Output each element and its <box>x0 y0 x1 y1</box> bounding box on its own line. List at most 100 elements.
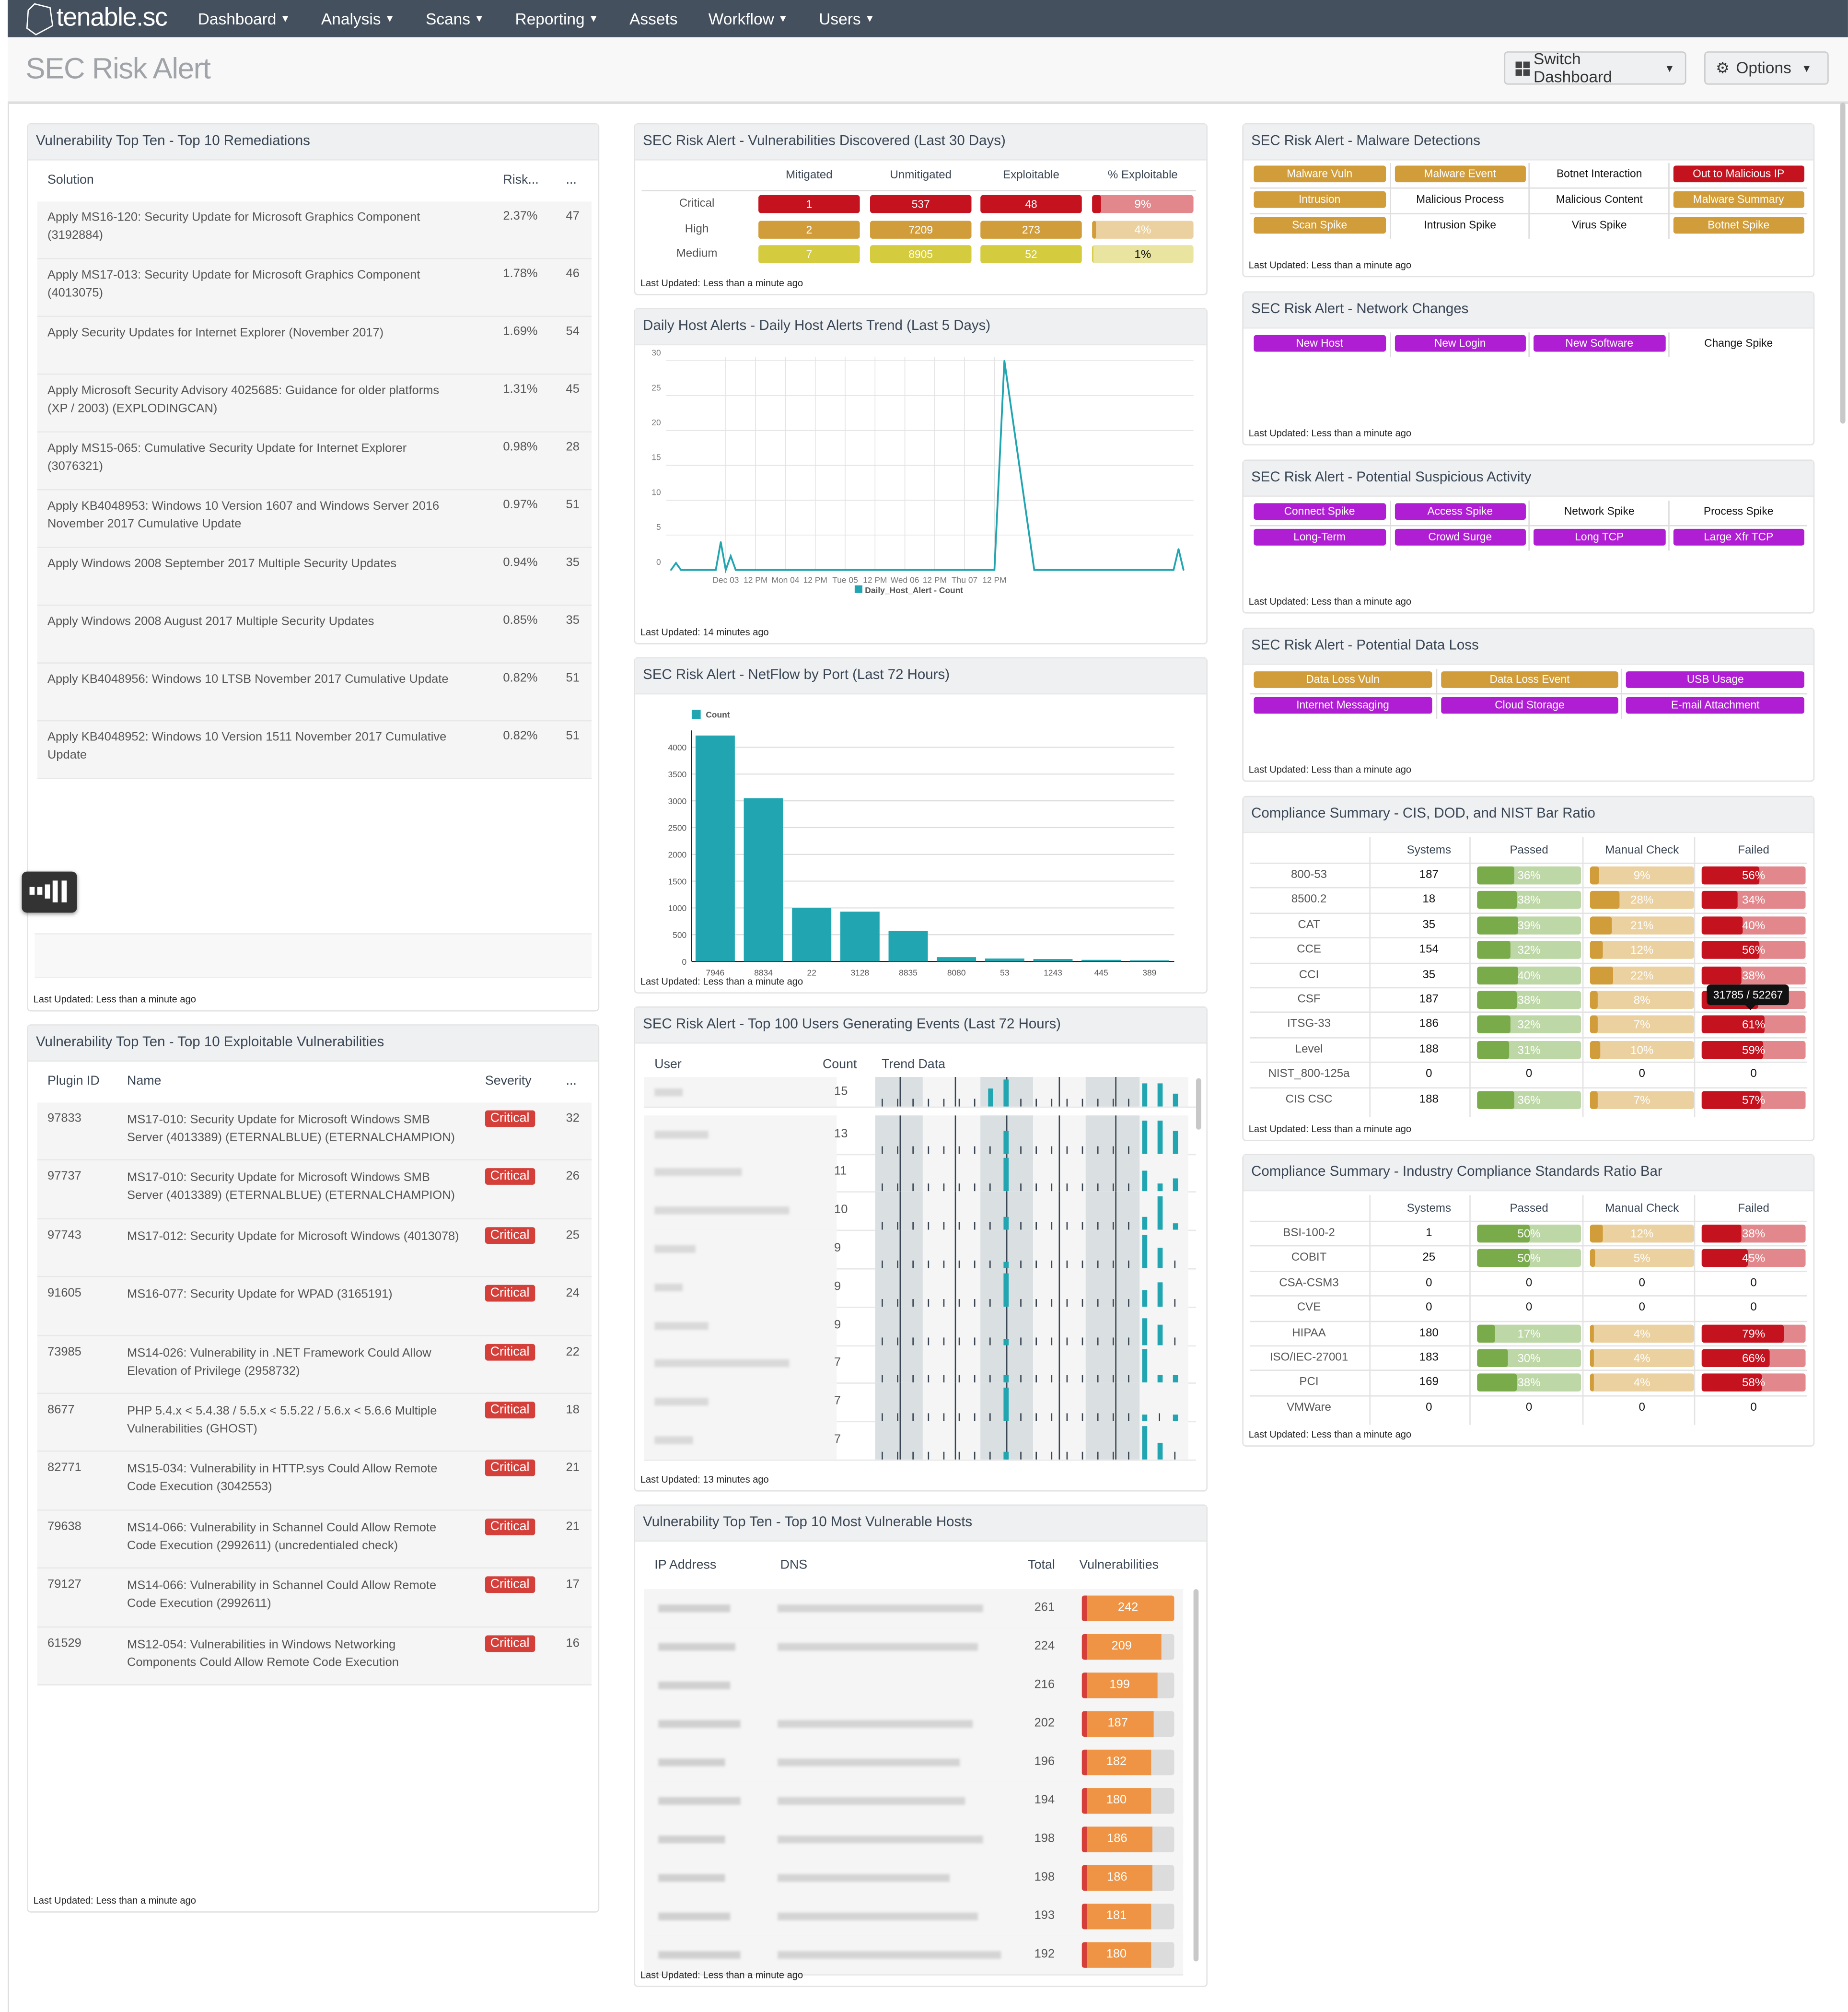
bar-8835[interactable] <box>888 931 928 962</box>
failed-ratio-bar[interactable]: 61% <box>1701 1016 1806 1034</box>
column-header[interactable]: Name <box>127 1075 161 1088</box>
table-row[interactable]: 198 186 <box>644 1820 1184 1860</box>
column-header[interactable]: Vulnerabilities <box>1079 1558 1159 1572</box>
manual-ratio-bar[interactable]: 10% <box>1590 1041 1694 1059</box>
manual-ratio-bar[interactable]: 9% <box>1590 866 1694 885</box>
bar-7946[interactable] <box>695 735 735 962</box>
column-header[interactable]: Total <box>1028 1558 1055 1572</box>
alert-network-spike[interactable]: Network Spike <box>1534 503 1665 520</box>
table-row[interactable]: 9 <box>644 1306 1196 1346</box>
count-unmitigated-cell[interactable]: 7209 <box>870 220 972 238</box>
manual-ratio-bar[interactable]: 22% <box>1590 966 1694 984</box>
failed-ratio-bar[interactable]: 34% <box>1701 891 1806 910</box>
alert-cell[interactable]: Long TCP <box>1528 526 1669 551</box>
alert-process-spike[interactable]: Process Spike <box>1673 503 1804 520</box>
column-header[interactable]: Solution <box>47 173 94 187</box>
table-row[interactable]: 194 180 <box>644 1781 1184 1822</box>
failed-ratio-bar[interactable]: 59% <box>1701 1041 1806 1059</box>
alert-botnet-interaction[interactable]: Botnet Interaction <box>1534 165 1665 182</box>
table-row[interactable]: 8677 PHP 5.4.x < 5.4.38 / 5.5.x < 5.5.22 … <box>37 1394 592 1452</box>
alert-cell[interactable]: New Host <box>1250 332 1389 357</box>
count-unmitigated-cell[interactable]: 8905 <box>870 245 972 263</box>
alert-cell[interactable]: Access Spike <box>1389 501 1530 525</box>
alert-connect-spike[interactable]: Connect Spike <box>1254 503 1385 520</box>
count-exploitable-cell[interactable]: 273 <box>980 220 1082 238</box>
vulnerabilities-bar[interactable]: 209 <box>1081 1634 1174 1660</box>
alert-cell[interactable]: Intrusion Spike <box>1389 214 1530 239</box>
passed-ratio-bar[interactable]: 32% <box>1477 941 1581 959</box>
count-unmitigated-cell[interactable]: 537 <box>870 195 972 213</box>
alert-intrusion-spike[interactable]: Intrusion Spike <box>1395 217 1526 234</box>
alert-internet-messaging[interactable]: Internet Messaging <box>1254 697 1432 714</box>
alert-cell[interactable]: Connect Spike <box>1250 501 1389 525</box>
manual-ratio-bar[interactable]: 8% <box>1590 991 1694 1009</box>
passed-ratio-bar[interactable]: 38% <box>1477 891 1581 910</box>
column-header[interactable]: IP Address <box>654 1558 716 1572</box>
alert-new-host[interactable]: New Host <box>1254 335 1385 352</box>
table-row[interactable]: 198 186 <box>644 1859 1184 1899</box>
alert-long-term[interactable]: Long-Term <box>1254 528 1385 546</box>
manual-ratio-bar[interactable]: 21% <box>1590 916 1694 935</box>
table-row[interactable]: Apply Microsoft Security Advisory 402568… <box>37 374 592 433</box>
manual-ratio-bar[interactable]: 12% <box>1590 1224 1694 1243</box>
signal-widget-button[interactable] <box>22 871 77 913</box>
alert-long-tcp[interactable]: Long TCP <box>1534 528 1665 546</box>
column-header[interactable]: ... <box>566 173 577 187</box>
alert-cell[interactable]: Malware Vuln <box>1250 163 1389 187</box>
alert-out-to-malicious-ip[interactable]: Out to Malicious IP <box>1673 165 1804 183</box>
vulnerabilities-bar[interactable]: 242 <box>1081 1595 1174 1622</box>
manual-ratio-bar[interactable]: 5% <box>1590 1249 1694 1268</box>
scrollbar-thumb[interactable] <box>1196 1078 1201 1130</box>
bar-8080[interactable] <box>937 957 976 962</box>
alert-change-spike[interactable]: Change Spike <box>1673 335 1804 352</box>
table-row[interactable]: Apply Windows 2008 August 2017 Multiple … <box>37 606 592 664</box>
table-row[interactable]: 193 181 <box>644 1897 1184 1937</box>
alert-cloud-storage[interactable]: Cloud Storage <box>1441 697 1619 714</box>
alert-cell[interactable]: USB Usage <box>1621 668 1808 693</box>
table-row[interactable]: 9 <box>644 1268 1196 1308</box>
table-row[interactable]: 61529 MS12-054: Vulnerabilities in Window… <box>37 1627 592 1685</box>
column-header[interactable]: ... <box>566 1075 577 1088</box>
vulnerabilities-bar[interactable]: 186 <box>1081 1865 1174 1891</box>
count-exploitable-cell[interactable]: 48 <box>980 195 1082 213</box>
scrollbar-thumb[interactable] <box>1193 1589 1199 1962</box>
alert-malware-event[interactable]: Malware Event <box>1394 165 1526 183</box>
nav-workflow[interactable]: Workflow ▼ <box>709 10 788 27</box>
table-row[interactable]: Apply KB4048956: Windows 10 LTSB Novembe… <box>37 664 592 722</box>
alert-botnet-spike[interactable]: Botnet Spike <box>1673 217 1804 234</box>
manual-ratio-bar[interactable]: 7% <box>1590 1016 1694 1034</box>
alert-cell[interactable]: Internet Messaging <box>1250 694 1435 719</box>
passed-ratio-bar[interactable]: 50% <box>1477 1224 1581 1243</box>
table-row[interactable]: 224 209 <box>644 1627 1184 1668</box>
table-row[interactable]: Apply KB4048952: Windows 10 Version 1511… <box>37 721 592 779</box>
passed-ratio-bar[interactable]: 39% <box>1477 916 1581 935</box>
passed-ratio-bar[interactable]: 50% <box>1477 1249 1581 1268</box>
alert-data-loss-event[interactable]: Data Loss Event <box>1441 671 1619 688</box>
alert-cell[interactable]: Process Spike <box>1667 501 1808 525</box>
manual-ratio-bar[interactable]: 12% <box>1590 941 1694 959</box>
passed-ratio-bar[interactable]: 38% <box>1477 1374 1581 1392</box>
alert-usb-usage[interactable]: USB Usage <box>1626 671 1804 688</box>
table-row[interactable]: 97833 MS17-010: Security Update for Micro… <box>37 1102 592 1161</box>
passed-ratio-bar[interactable]: 17% <box>1477 1324 1581 1343</box>
failed-ratio-bar[interactable]: 40% <box>1701 916 1806 935</box>
alert-cell[interactable]: Out to Malicious IP <box>1667 163 1808 187</box>
vulnerabilities-bar[interactable]: 182 <box>1081 1749 1174 1776</box>
passed-ratio-bar[interactable]: 40% <box>1477 966 1581 984</box>
tenable-logo[interactable]: tenable.sc <box>26 2 168 35</box>
count-mitigated-cell[interactable]: 7 <box>758 245 860 263</box>
failed-ratio-bar[interactable]: 58% <box>1701 1374 1806 1392</box>
nav-scans[interactable]: Scans ▼ <box>426 10 484 27</box>
alert-cell[interactable]: Intrusion <box>1250 189 1389 213</box>
alert-large-xfr-tcp[interactable]: Large Xfr TCP <box>1673 528 1804 546</box>
table-row[interactable]: 91605 MS16-077: Security Update for WPAD … <box>37 1277 592 1336</box>
table-row[interactable]: Apply KB4048953: Windows 10 Version 1607… <box>37 490 592 549</box>
alert-cell[interactable]: Cloud Storage <box>1435 694 1623 719</box>
table-row[interactable]: 10 <box>644 1192 1196 1231</box>
table-row[interactable]: Apply Security Updates for Internet Expl… <box>37 317 592 375</box>
alert-new-software[interactable]: New Software <box>1534 335 1665 352</box>
pct-exploitable-bar[interactable]: 4% <box>1092 220 1194 238</box>
vulnerabilities-bar[interactable]: 186 <box>1081 1826 1174 1852</box>
vulnerabilities-bar[interactable]: 187 <box>1081 1711 1174 1737</box>
column-header[interactable]: Risk... <box>503 173 538 187</box>
